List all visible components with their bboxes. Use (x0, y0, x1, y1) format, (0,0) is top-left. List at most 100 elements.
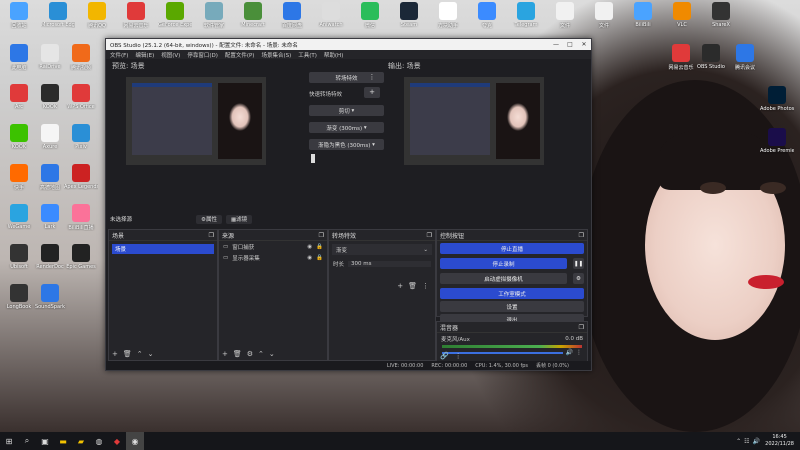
desktop-icon[interactable]: OBS Studio (694, 44, 728, 70)
lock-icon[interactable]: 🔒 (316, 244, 323, 250)
desktop-icon[interactable]: KOOK (2, 124, 36, 150)
desktop-icon[interactable]: 软件管家 (197, 2, 231, 29)
clock[interactable]: 16:45 2022/11/28 (765, 434, 794, 448)
desktop-icon[interactable]: RenderDoc (33, 244, 67, 270)
menu-item[interactable]: 编辑(E) (135, 51, 154, 59)
menu-item[interactable]: 视图(V) (161, 51, 180, 59)
desktop-icon[interactable]: 高德地图 (33, 164, 67, 191)
explorer-icon[interactable]: ▬ (54, 432, 72, 450)
desktop-icon[interactable]: 回收站 (2, 2, 36, 29)
desktop-icon[interactable]: GeForce Experience (158, 2, 192, 28)
desktop-icon[interactable]: Pixiv (64, 124, 98, 150)
preview-display[interactable] (126, 77, 266, 165)
desktop-icon[interactable]: Adobe Premiere (760, 128, 794, 154)
tbar-slider[interactable] (311, 154, 315, 163)
studio-mode-button[interactable]: 工作室模式 (440, 288, 584, 299)
menu-item[interactable]: 停靠窗口(D) (187, 51, 218, 59)
transition-menu-icon[interactable]: ⋮ (422, 282, 429, 290)
duration-input[interactable]: 300 ms (348, 260, 431, 267)
dock-float-icon[interactable]: ❐ (319, 232, 324, 239)
task-view-icon[interactable]: ▣ (36, 432, 54, 450)
move-down-icon[interactable]: ⌄ (148, 350, 154, 358)
maximize-button[interactable]: □ (563, 41, 577, 48)
program-display[interactable] (404, 77, 544, 165)
source-item[interactable]: ▭ 显示器采集 ◉ 🔒 (219, 252, 327, 263)
desktop-icon[interactable]: 腾讯QQ (80, 2, 114, 29)
quick-transition-fade-black[interactable]: 渐隐为黑色 (300ms) ▾ (309, 139, 384, 150)
desktop-icon[interactable]: 微信 (353, 2, 387, 29)
desktop-icon[interactable]: BiliBili (626, 2, 660, 28)
add-transition-button[interactable]: + (397, 282, 403, 290)
add-source-button[interactable]: + (222, 350, 228, 358)
desktop-icon[interactable]: WPS Office (64, 84, 98, 110)
remove-scene-button[interactable]: 🗑 (123, 350, 132, 358)
properties-button[interactable]: ⚙属性 (196, 214, 222, 224)
desktop-icon[interactable]: 腾讯会议 (728, 44, 762, 71)
settings-button[interactable]: 设置 (440, 301, 584, 312)
mixer-menu-icon[interactable]: ⋮ (576, 349, 582, 356)
dock-float-icon[interactable]: ❐ (579, 324, 584, 331)
speaker-icon[interactable]: 🔊 (566, 349, 573, 356)
dock-float-icon[interactable]: ❐ (209, 232, 214, 239)
scene-item[interactable]: 场景 (112, 244, 214, 254)
source-item[interactable]: ▭ 窗口捕获 ◉ 🔒 (219, 241, 327, 252)
add-quick-transition-button[interactable]: + (364, 87, 380, 98)
desktop-icon[interactable]: Axure (33, 124, 67, 150)
desktop-icon[interactable]: SoundSpark (33, 284, 67, 310)
stop-recording-button[interactable]: 停止录制 (440, 258, 567, 269)
desktop-icon[interactable]: VLC (665, 2, 699, 28)
desktop-icon[interactable]: LongBook (2, 284, 36, 310)
desktop-icon[interactable]: Lark (33, 204, 67, 230)
desktop-icon[interactable]: 文件 (587, 2, 621, 29)
filters-button[interactable]: ▦滤镜 (225, 214, 253, 224)
move-up-icon[interactable]: ⌃ (258, 350, 264, 358)
steam-icon[interactable]: ◍ (90, 432, 108, 450)
desktop-icon[interactable]: Aniwatch (314, 2, 348, 28)
desktop-icon[interactable]: Ubisoft (2, 244, 36, 270)
menu-item[interactable]: 帮助(H) (324, 51, 343, 59)
transition-more-button[interactable]: ⋮ (364, 72, 380, 83)
mixer-more-icon[interactable]: ⋮ (455, 352, 462, 360)
lock-icon[interactable]: 🔒 (316, 255, 323, 261)
desktop-icon[interactable]: 百度网盘 (275, 2, 309, 29)
link-icon[interactable]: 🔗 (440, 352, 449, 360)
eye-icon[interactable]: ◉ (307, 244, 312, 250)
move-down-icon[interactable]: ⌄ (269, 350, 275, 358)
menu-item[interactable]: 场景集合(S) (261, 51, 291, 59)
desktop-icon[interactable]: 此电脑 (2, 44, 36, 71)
menu-item[interactable]: 文件(F) (110, 51, 128, 59)
desktop-icon[interactable]: Adobe Photoshop (760, 86, 794, 112)
desktop-icon[interactable]: Microsoft Edge (41, 2, 75, 28)
search-icon[interactable]: ⌕ (18, 432, 36, 450)
virtual-camera-button[interactable]: 启动虚拟摄像机 (440, 273, 567, 284)
gear-icon[interactable]: ⚙ (573, 273, 584, 284)
desktop-icon[interactable]: Minecraft (236, 2, 270, 28)
title-bar[interactable]: OBS Studio (25.1.2 (64-bit, windows)) - … (106, 39, 591, 50)
pause-icon[interactable]: ❚❚ (573, 258, 584, 269)
close-button[interactable]: ✕ (577, 41, 591, 48)
quick-transition-cut[interactable]: 剪切 ▾ (309, 105, 384, 116)
desktop-icon[interactable]: 网易云音乐 (119, 2, 153, 29)
stop-streaming-button[interactable]: 停止直播 (440, 243, 584, 254)
desktop-icon[interactable]: 夸克 (470, 2, 504, 29)
obs-taskbar-icon[interactable]: ◉ (126, 432, 144, 450)
desktop-icon[interactable]: Apex Legends (64, 164, 98, 190)
tray-arrow-icon[interactable]: ⌃ (736, 438, 741, 445)
quick-transition-fade[interactable]: 渐变 (300ms) ▾ (309, 122, 384, 133)
add-scene-button[interactable]: + (112, 350, 118, 358)
desktop-icon[interactable]: Steam (392, 2, 426, 28)
network-icon[interactable]: ☷ (744, 438, 749, 445)
desktop-icon[interactable]: 方块助手 (431, 2, 465, 29)
desktop-icon[interactable]: 快手 (2, 164, 36, 191)
eye-icon[interactable]: ◉ (307, 255, 312, 261)
dock-float-icon[interactable]: ❐ (427, 232, 432, 239)
desktop-icon[interactable]: BiliBili直播 (64, 204, 98, 231)
dock-float-icon[interactable]: ❐ (579, 232, 584, 239)
desktop-icon[interactable]: 腾讯视频 (64, 44, 98, 71)
minimize-button[interactable]: — (549, 41, 563, 48)
menu-item[interactable]: 工具(T) (298, 51, 317, 59)
desktop-icon[interactable]: Arc (2, 84, 36, 110)
desktop-icon[interactable]: Epic Games (64, 244, 98, 270)
desktop-icon[interactable]: Telegram (509, 2, 543, 28)
desktop-icon[interactable]: WeGame (2, 204, 36, 230)
